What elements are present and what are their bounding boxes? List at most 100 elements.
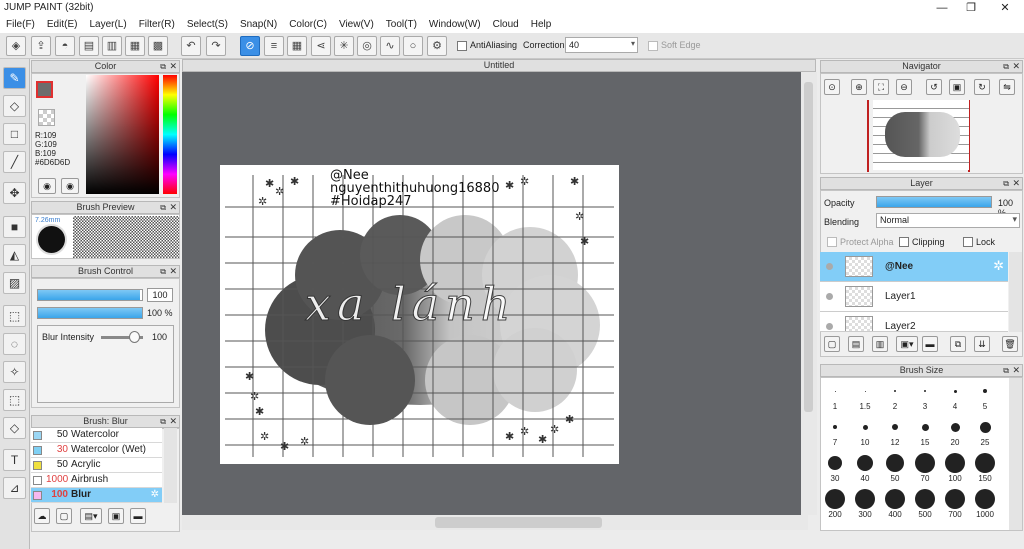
flip-icon[interactable]: ⇋ [999,79,1015,95]
popout-icon[interactable]: ⧉ [1003,178,1009,189]
redo-icon[interactable]: ↷ [206,36,226,56]
menu-tool[interactable]: Tool(T) [380,17,423,33]
correction-select[interactable]: 40 ▾ [565,37,638,53]
new-1bit-layer-icon[interactable]: ▥ [872,336,888,352]
brush-cloud-icon[interactable]: ☁ [34,508,50,524]
brush-size-option[interactable]: 1 [820,380,850,411]
select-eraser-tool-icon[interactable]: ◇ [3,417,26,439]
duplicate-layer-icon[interactable]: ⧉ [950,336,966,352]
canvas-vertical-scrollbar[interactable] [801,72,817,515]
antialiasing-checkbox[interactable] [457,41,467,51]
brush-list-scrollbar[interactable] [164,428,177,503]
color-palette-icon[interactable]: ◉ [61,178,79,194]
menu-cloud[interactable]: Cloud [487,17,525,33]
popout-icon[interactable]: ⧉ [160,202,166,213]
undo-icon[interactable]: ↶ [181,36,201,56]
brush-size-option[interactable]: 150 [970,452,1000,483]
popout-icon[interactable]: ⧉ [160,266,166,277]
reset-view-icon[interactable]: ▣ [949,79,965,95]
color-history-icon[interactable]: ◉ [38,178,56,194]
brush-size-option[interactable]: 5 [970,380,1000,411]
add-brush-icon[interactable]: ▢ [56,508,72,524]
brush-size-option[interactable]: 70 [910,452,940,483]
minimize-button[interactable]: — [926,0,958,17]
merge-layer-icon[interactable]: ⇊ [974,336,990,352]
menu-view[interactable]: View(V) [333,17,380,33]
gear-icon[interactable]: ✲ [993,258,1004,274]
bucket-tool-icon[interactable]: ◭ [3,244,26,266]
layer-row[interactable]: Layer1 [820,282,1008,312]
lock-checkbox[interactable] [963,237,973,247]
ellipse-snap-icon[interactable]: ○ [403,36,423,56]
layer-row[interactable]: Layer2 [820,312,1008,332]
shape-tool-icon[interactable]: □ [3,123,26,145]
gear-icon[interactable]: ✲ [151,488,159,502]
eyedropper-tool-icon[interactable]: ⊿ [3,477,26,499]
brush-item[interactable]: 30 Watercolor (Wet) [31,443,162,458]
fill-rect-tool-icon[interactable]: ■ [3,216,26,238]
brush-size-option[interactable]: 200 [820,488,850,519]
menu-filter[interactable]: Filter(R) [133,17,181,33]
trash-icon[interactable]: 🗑 [1002,336,1018,352]
new-8bit-layer-icon[interactable]: ▤ [848,336,864,352]
visibility-icon[interactable] [826,293,833,300]
brush-size-option[interactable]: 50 [880,452,910,483]
clipping-checkbox[interactable] [899,237,909,247]
blur-intensity-knob[interactable] [128,331,140,343]
message-icon[interactable]: ▤ [79,36,99,56]
canvas-tab[interactable]: Untitled [182,59,816,72]
brush-size-option[interactable]: 25 [970,416,1000,447]
perspective-snap-icon[interactable]: ⋖ [311,36,331,56]
visibility-icon[interactable] [826,323,833,330]
brush-size-option[interactable]: 1000 [970,488,1000,519]
hue-slider[interactable] [163,75,177,194]
parallel-snap-icon[interactable]: ≡ [264,36,284,56]
brush-folder-icon[interactable]: ▬ [130,508,146,524]
new-folder-icon[interactable]: ▬ [922,336,938,352]
document-canvas[interactable]: ✱ ✲ ✱ ✲ ✱ ✲ ✱ ✲ ✱ ✱ ✲ ✱ ✲ ✱ ✲ ✱ ✲ ✱ ✲ ✱ @Nee nguyenthith… [220,165,619,464]
brush-menu-icon[interactable]: ▤▾ [80,508,102,524]
brush-size-option[interactable]: 300 [850,488,880,519]
layer-opacity-slider[interactable] [876,196,992,208]
brush-size-option[interactable]: 20 [940,416,970,447]
pen-tool-icon[interactable]: ✎ [3,67,26,89]
menu-color[interactable]: Color(C) [283,17,333,33]
scroll-thumb[interactable] [804,82,813,412]
visibility-icon[interactable] [826,263,833,270]
zoom-actual-icon[interactable]: ⊙ [824,79,840,95]
navigator-thumbnail[interactable] [873,100,969,170]
popout-icon[interactable]: ⧉ [160,61,166,72]
saturation-value-picker[interactable] [86,75,159,194]
rotate-left-icon[interactable]: ↺ [926,79,942,95]
scroll-thumb[interactable] [435,517,602,528]
menu-file[interactable]: File(F) [0,17,41,33]
canvas-horizontal-scrollbar[interactable] [182,515,808,530]
close-icon[interactable]: ✕ [169,61,177,72]
rotate-right-icon[interactable]: ↻ [974,79,990,95]
grid-snap-icon[interactable]: ▦ [287,36,307,56]
menu-edit[interactable]: Edit(E) [41,17,84,33]
concentric-snap-icon[interactable]: ◎ [357,36,377,56]
brush-copy-icon[interactable]: ▣ [108,508,124,524]
grid-settings-icon[interactable]: ▩ [148,36,168,56]
layer-list-scrollbar[interactable] [1009,252,1022,332]
move-tool-icon[interactable]: ✥ [3,182,26,204]
document-icon[interactable]: ▦ [125,36,145,56]
new-layer-icon[interactable]: ▢ [824,336,840,352]
line-tool-icon[interactable]: ╱ [3,151,26,173]
brush-size-slider[interactable] [37,289,143,301]
menu-help[interactable]: Help [525,17,558,33]
comment-icon[interactable]: ◓ [55,36,75,56]
brush-size-option[interactable]: 7 [820,416,850,447]
brush-item[interactable]: 1000 Airbrush [31,473,162,488]
select-pen-tool-icon[interactable]: ⬚ [3,389,26,411]
menu-layer[interactable]: Layer(L) [83,17,132,33]
close-icon[interactable]: ✕ [1012,61,1020,72]
brush-size-option[interactable]: 400 [880,488,910,519]
brush-size-option[interactable]: 500 [910,488,940,519]
transparent-color-swatch[interactable] [38,109,55,126]
snap-settings-icon[interactable]: ⚙ [427,36,447,56]
layer-row-selected[interactable]: @Nee ✲ [820,252,1008,282]
close-button[interactable]: ✕ [989,0,1021,17]
foreground-color-swatch[interactable] [36,81,53,98]
